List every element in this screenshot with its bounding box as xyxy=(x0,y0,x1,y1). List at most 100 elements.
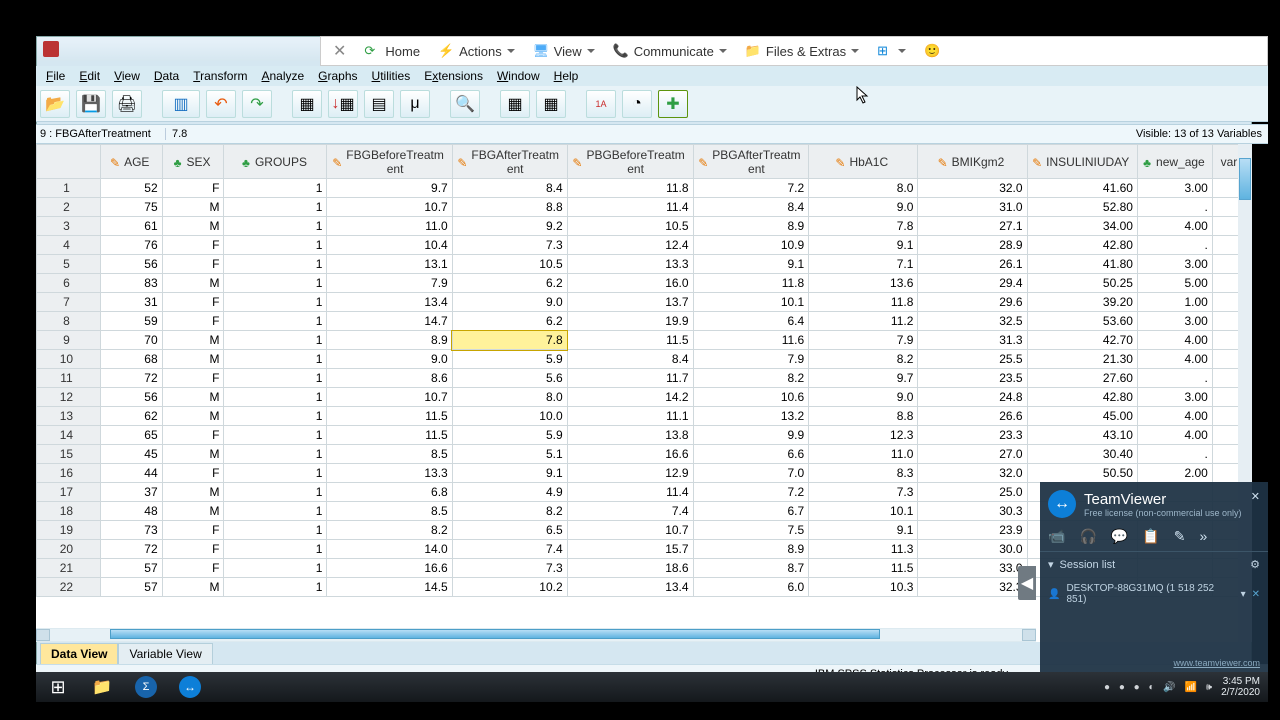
cell[interactable]: 45 xyxy=(100,445,162,464)
row-header[interactable]: 20 xyxy=(37,540,101,559)
row-header[interactable]: 7 xyxy=(37,293,101,312)
cell[interactable]: 34.00 xyxy=(1027,217,1137,236)
row-header[interactable]: 11 xyxy=(37,369,101,388)
menu-transform[interactable]: Transform xyxy=(187,68,253,84)
row-header[interactable]: 13 xyxy=(37,407,101,426)
cell[interactable]: 30.3 xyxy=(918,502,1027,521)
cell[interactable]: 43.10 xyxy=(1027,426,1137,445)
cell[interactable]: 10.2 xyxy=(452,578,567,597)
cell[interactable]: 1 xyxy=(224,483,327,502)
cell[interactable]: 29.6 xyxy=(918,293,1027,312)
cell[interactable]: 11.4 xyxy=(567,198,693,217)
row-header[interactable]: 10 xyxy=(37,350,101,369)
cell[interactable]: 6.2 xyxy=(452,274,567,293)
cell[interactable]: 13.1 xyxy=(327,255,452,274)
cell[interactable]: 9.9 xyxy=(693,426,809,445)
cell[interactable]: 1 xyxy=(224,179,327,198)
cell[interactable]: 12.4 xyxy=(567,236,693,255)
cell[interactable]: 29.4 xyxy=(918,274,1027,293)
tv-files-icon[interactable]: 📋 xyxy=(1142,528,1159,545)
cell[interactable]: 8.2 xyxy=(452,502,567,521)
cell[interactable]: 13.4 xyxy=(567,578,693,597)
cell[interactable]: 32.3 xyxy=(918,578,1027,597)
cell[interactable]: 23.5 xyxy=(918,369,1027,388)
cell[interactable]: 30.0 xyxy=(918,540,1027,559)
cell[interactable]: 13.4 xyxy=(327,293,452,312)
cell[interactable]: 73 xyxy=(100,521,162,540)
cell[interactable]: 10.4 xyxy=(327,236,452,255)
cell[interactable]: F xyxy=(162,255,224,274)
remote-home-button[interactable]: ⟳Home xyxy=(356,40,428,62)
cell[interactable]: 5.9 xyxy=(452,350,567,369)
cell[interactable]: 7.4 xyxy=(567,502,693,521)
teamviewer-close-icon[interactable]: ✕ xyxy=(1251,490,1260,503)
undo-icon[interactable]: ↶ xyxy=(206,90,236,118)
cell[interactable]: 1 xyxy=(224,407,327,426)
cell[interactable]: 1 xyxy=(224,350,327,369)
cell[interactable]: 23.3 xyxy=(918,426,1027,445)
cell[interactable]: 8.9 xyxy=(693,540,809,559)
cell[interactable]: 14.5 xyxy=(327,578,452,597)
cell[interactable]: 9.0 xyxy=(452,293,567,312)
split-file-icon[interactable]: ▦ xyxy=(500,90,530,118)
cell[interactable]: 8.2 xyxy=(327,521,452,540)
cell[interactable]: 11.5 xyxy=(327,426,452,445)
cell[interactable]: 26.1 xyxy=(918,255,1027,274)
cell[interactable]: 42.80 xyxy=(1027,388,1137,407)
cell[interactable]: . xyxy=(1137,369,1212,388)
cell[interactable]: 6.7 xyxy=(693,502,809,521)
cell[interactable]: 7.8 xyxy=(809,217,918,236)
cell[interactable]: 27.0 xyxy=(918,445,1027,464)
cell[interactable]: 7.4 xyxy=(452,540,567,559)
cell[interactable]: 7.9 xyxy=(809,331,918,350)
cell[interactable]: 6.5 xyxy=(452,521,567,540)
cell[interactable]: 16.6 xyxy=(327,559,452,578)
remote-communicate-button[interactable]: 📞Communicate xyxy=(605,40,735,62)
cell[interactable]: 3.00 xyxy=(1137,255,1212,274)
cell[interactable]: . xyxy=(1137,236,1212,255)
column-header-insuliniuday[interactable]: ✎INSULINIUDAY xyxy=(1027,145,1137,179)
cell[interactable]: 11.8 xyxy=(693,274,809,293)
tv-more-icon[interactable]: » xyxy=(1199,528,1207,545)
cell[interactable]: 1 xyxy=(224,464,327,483)
tray-icons[interactable]: ● ● ● ◐ 🔊 📶 🕪 xyxy=(1104,682,1215,693)
cell[interactable]: 7.3 xyxy=(809,483,918,502)
cell[interactable]: 8.4 xyxy=(567,350,693,369)
cell[interactable]: 5.00 xyxy=(1137,274,1212,293)
cell[interactable]: 1 xyxy=(224,274,327,293)
menu-utilities[interactable]: Utilities xyxy=(366,68,417,84)
cell[interactable]: 6.8 xyxy=(327,483,452,502)
cell[interactable]: 52 xyxy=(100,179,162,198)
find-icon[interactable]: 🔍 xyxy=(450,90,480,118)
cell[interactable]: 27.60 xyxy=(1027,369,1137,388)
cell[interactable]: 8.5 xyxy=(327,445,452,464)
cell[interactable]: 9.1 xyxy=(809,236,918,255)
cell[interactable]: 7.3 xyxy=(452,236,567,255)
menu-analyze[interactable]: Analyze xyxy=(255,68,310,84)
cell[interactable]: 7.2 xyxy=(693,179,809,198)
cell[interactable]: 70 xyxy=(100,331,162,350)
cell[interactable]: . xyxy=(1137,198,1212,217)
cell[interactable]: 11.8 xyxy=(809,293,918,312)
row-header[interactable]: 17 xyxy=(37,483,101,502)
cell[interactable]: 4.00 xyxy=(1137,350,1212,369)
cell[interactable]: 48 xyxy=(100,502,162,521)
cell[interactable]: 8.8 xyxy=(452,198,567,217)
cell[interactable]: 57 xyxy=(100,578,162,597)
cell[interactable]: 30.40 xyxy=(1027,445,1137,464)
cell[interactable]: 1 xyxy=(224,559,327,578)
cell[interactable]: 18.6 xyxy=(567,559,693,578)
cell[interactable]: 32.0 xyxy=(918,464,1027,483)
cell[interactable]: M xyxy=(162,274,224,293)
cell[interactable]: 7.5 xyxy=(693,521,809,540)
cell[interactable]: 4.9 xyxy=(452,483,567,502)
cell[interactable]: 56 xyxy=(100,255,162,274)
tab-data-view[interactable]: Data View xyxy=(40,643,118,665)
cell[interactable]: 1 xyxy=(224,388,327,407)
cell[interactable]: M xyxy=(162,350,224,369)
cell[interactable]: 6.4 xyxy=(693,312,809,331)
cell[interactable]: 3.00 xyxy=(1137,388,1212,407)
remote-files-extras-button[interactable]: 📁Files & Extras xyxy=(737,40,867,62)
cell[interactable]: 19.9 xyxy=(567,312,693,331)
redo-icon[interactable]: ↷ xyxy=(242,90,272,118)
